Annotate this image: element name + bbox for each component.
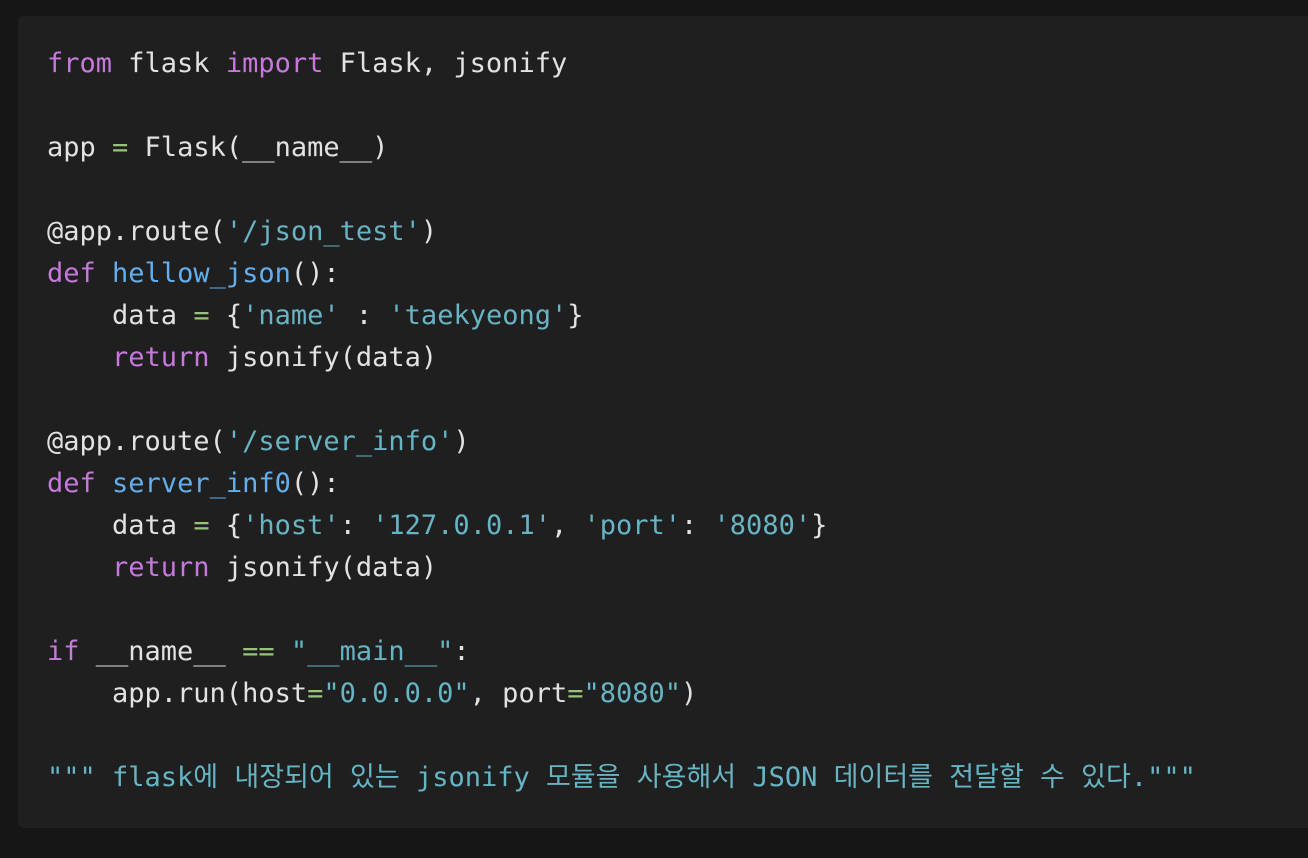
code-token: : — [681, 510, 714, 541]
code-token: 'host' — [242, 510, 340, 541]
code-token: __name__ — [79, 636, 243, 667]
code-token: ) — [681, 678, 698, 709]
code-token: if — [47, 636, 80, 667]
code-token: return — [112, 552, 210, 583]
code-token: '/server_info' — [225, 426, 454, 457]
code-token: ) — [453, 426, 470, 457]
code-token: "__main__" — [290, 636, 454, 667]
code-token: import — [225, 48, 324, 79]
code-token: from — [47, 48, 113, 79]
code-token: '8080' — [713, 510, 812, 541]
code-token: 'name' — [242, 300, 340, 331]
code-token: ) — [420, 216, 438, 247]
code-token: app.run(host — [47, 678, 308, 709]
code-token: "0.0.0.0" — [323, 678, 470, 709]
code-line: @app.route('/server_info') — [47, 421, 1196, 463]
code-line: return jsonify(data) — [47, 547, 1196, 589]
code-token: (): — [290, 468, 340, 499]
code-token: data — [47, 300, 194, 331]
code-token: @app.route( — [47, 426, 226, 457]
code-token: '/json_test' — [225, 216, 421, 247]
code-line: return jsonify(data) — [47, 337, 1196, 379]
code-token: } — [567, 300, 584, 331]
code-token: app — [47, 132, 113, 163]
code-token: = — [112, 132, 129, 163]
code-block: from flask import Flask, jsonify app = F… — [18, 16, 1308, 828]
code-token: "8080" — [583, 678, 682, 709]
code-token: , port — [469, 678, 568, 709]
code-token: = — [307, 678, 324, 709]
code-token: Flask(__name__) — [128, 132, 389, 163]
code-token: def — [47, 258, 96, 289]
code-token: """ flask에 내장되어 있는 jsonify 모듈을 사용해서 JSON… — [47, 762, 1196, 793]
code-token: { — [209, 300, 243, 331]
code-token: def — [47, 468, 96, 499]
code-line: @app.route('/json_test') — [47, 211, 1196, 253]
code-line: def server_inf0(): — [47, 463, 1196, 505]
code-token: , — [550, 510, 584, 541]
code-token: jsonify(data) — [209, 342, 438, 373]
code-token: @app.route( — [47, 216, 226, 247]
code-token: == — [242, 636, 275, 667]
code-token: = — [193, 300, 210, 331]
code-line: app = Flask(__name__) — [47, 127, 1196, 169]
code-token: jsonify(data) — [209, 552, 438, 583]
code-line: data = {'name' : 'taekyeong'} — [47, 295, 1196, 337]
code-token: (): — [290, 258, 340, 289]
code-lines: from flask import Flask, jsonify app = F… — [47, 43, 1196, 799]
code-token: 'taekyeong' — [388, 300, 568, 331]
code-token: hellow_json — [112, 258, 291, 289]
code-line: from flask import Flask, jsonify — [47, 43, 1196, 85]
code-token: '127.0.0.1' — [372, 510, 551, 541]
code-token: { — [209, 510, 243, 541]
code-token: } — [811, 510, 828, 541]
code-token: : — [339, 510, 373, 541]
code-line: if __name__ == "__main__": — [47, 631, 1196, 673]
code-token: flask — [112, 48, 226, 79]
code-line: """ flask에 내장되어 있는 jsonify 모듈을 사용해서 JSON… — [47, 757, 1196, 799]
code-token: 'port' — [583, 510, 682, 541]
code-token: : — [453, 636, 470, 667]
code-token: = — [193, 510, 210, 541]
code-token: = — [567, 678, 584, 709]
code-token: data — [47, 510, 194, 541]
code-token: return — [112, 342, 210, 373]
code-token: Flask, jsonify — [323, 48, 568, 79]
code-line: data = {'host': '127.0.0.1', 'port': '80… — [47, 505, 1196, 547]
code-line: app.run(host="0.0.0.0", port="8080") — [47, 673, 1196, 715]
code-line: def hellow_json(): — [47, 253, 1196, 295]
code-token: : — [339, 300, 389, 331]
code-token: server_inf0 — [112, 468, 291, 499]
